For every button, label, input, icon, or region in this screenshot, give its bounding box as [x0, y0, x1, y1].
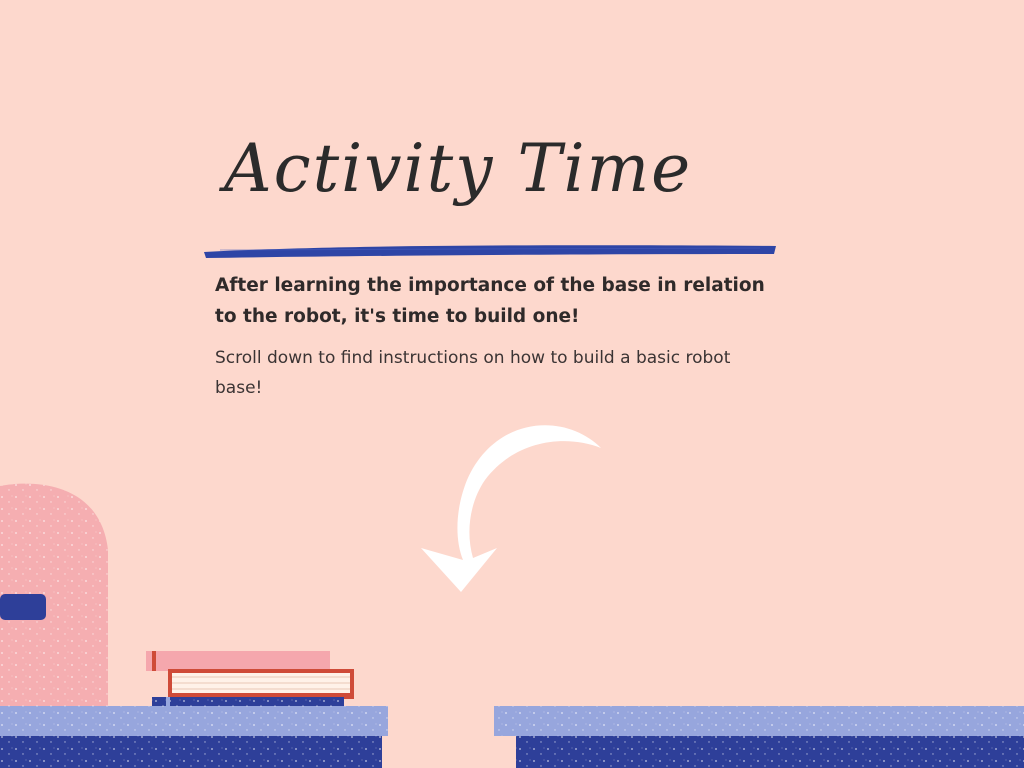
shelf-left: [0, 706, 388, 768]
desk-scene: [0, 483, 1024, 768]
brush-underline: [204, 245, 776, 258]
arch-icon: [0, 483, 108, 706]
instructions-text: Scroll down to find instructions on how …: [215, 348, 731, 398]
lead-text: After learning the importance of the bas…: [215, 275, 765, 327]
slide: Activity Time After learning the importa…: [0, 0, 1024, 768]
page-title: Activity Time: [224, 130, 693, 207]
shelf-right: [494, 706, 1024, 768]
title-block: Activity Time: [200, 120, 800, 260]
